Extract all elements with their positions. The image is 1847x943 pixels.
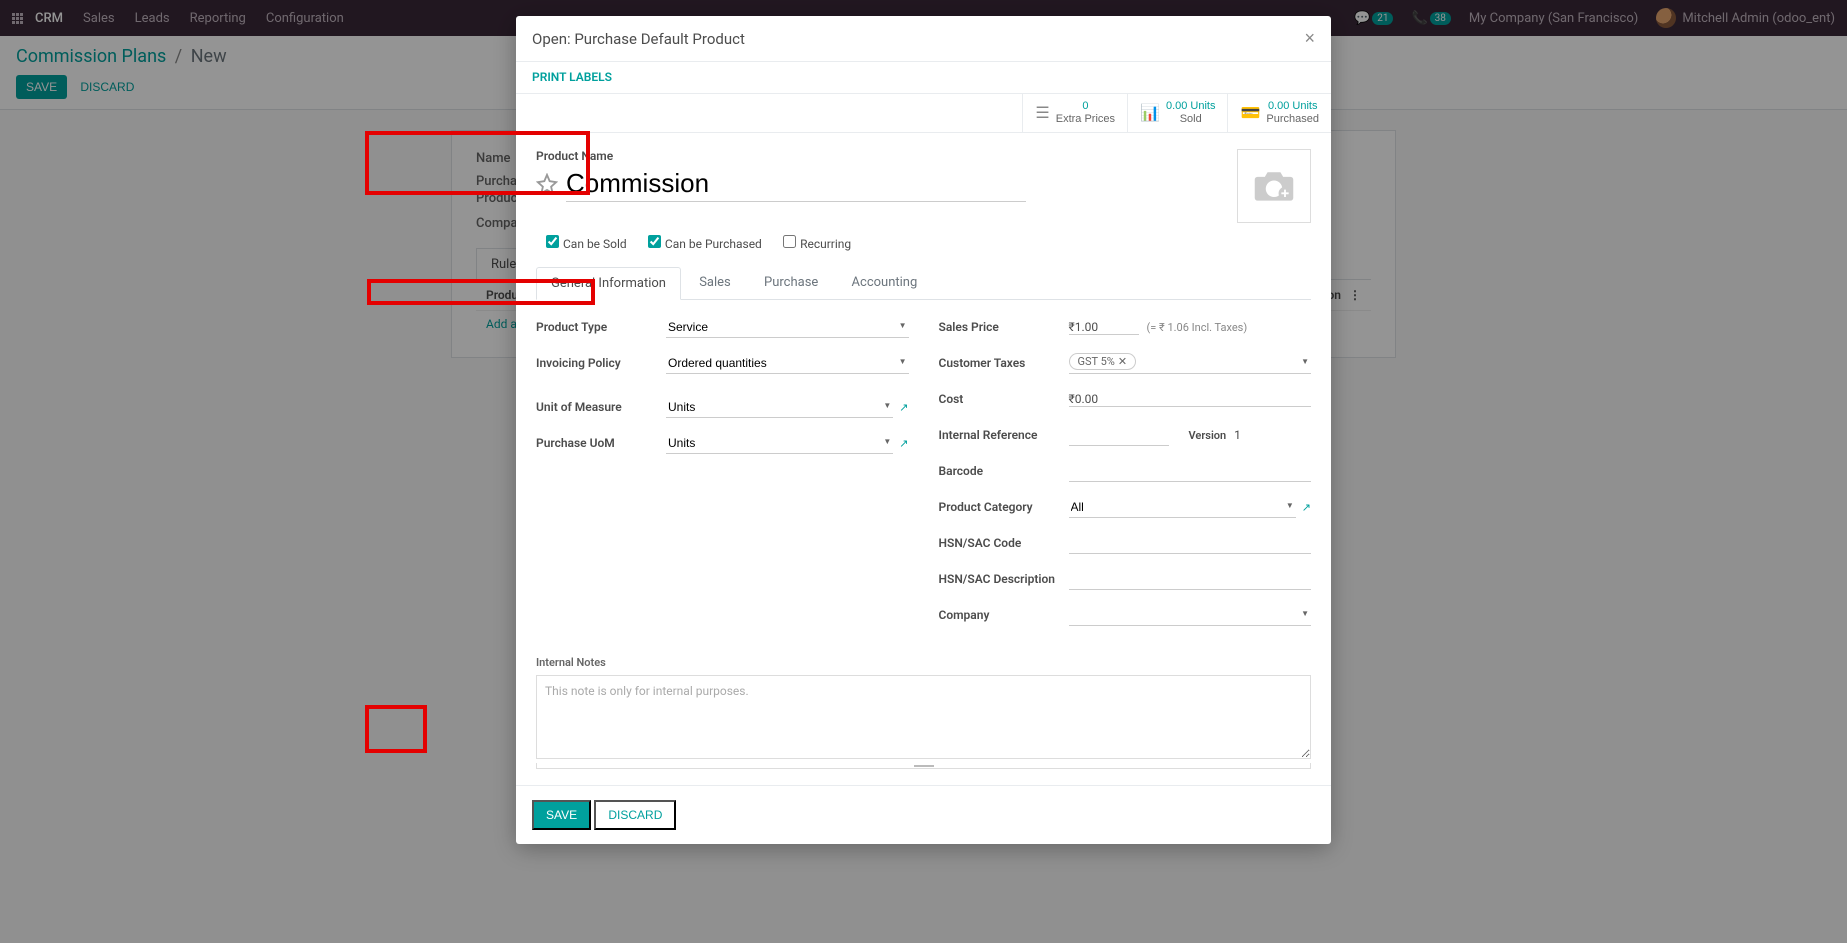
print-labels-link[interactable]: PRINT LABELS — [532, 70, 612, 84]
company-select[interactable] — [1069, 605, 1312, 626]
sales-price-hint: (= ₹ 1.06 Incl. Taxes) — [1147, 321, 1248, 334]
internal-ref-input[interactable] — [1069, 425, 1169, 446]
invoicing-policy-label: Invoicing Policy — [536, 356, 666, 370]
version-value: 1 — [1234, 428, 1241, 442]
hsn-code-input[interactable] — [1069, 533, 1312, 554]
version-label: Version — [1189, 429, 1227, 442]
modal-save-button[interactable]: SAVE — [532, 800, 591, 830]
modal-discard-button[interactable]: DISCARD — [594, 800, 676, 830]
recurring-check[interactable]: Recurring — [783, 237, 851, 251]
company-label: Company — [939, 608, 1069, 622]
tab-sales[interactable]: Sales — [684, 266, 746, 299]
product-type-select[interactable] — [666, 317, 909, 338]
category-label: Product Category — [939, 500, 1069, 514]
modal-body: Product Name Can be Sold Can be Purchase… — [516, 133, 1331, 785]
modal-footer: SAVE DISCARD — [516, 785, 1331, 844]
hsn-desc-label: HSN/SAC Description — [939, 572, 1069, 586]
modal-header: Open: Purchase Default Product × — [516, 16, 1331, 62]
product-tabs: General Information Sales Purchase Accou… — [536, 266, 1311, 300]
uom-label: Unit of Measure — [536, 400, 666, 414]
sales-price-value[interactable]: ₹1.00 — [1069, 320, 1139, 335]
uom-external-link-icon[interactable]: ↗ — [899, 401, 908, 414]
customer-taxes-label: Customer Taxes — [939, 356, 1069, 370]
internal-notes-textarea[interactable] — [536, 675, 1311, 759]
cost-value[interactable]: ₹0.00 — [1069, 392, 1312, 407]
resize-handle[interactable] — [536, 763, 1311, 769]
purchase-uom-label: Purchase UoM — [536, 436, 666, 450]
product-type-label: Product Type — [536, 320, 666, 334]
stat-buttons: ☰ 0Extra Prices 📊 0.00 UnitsSold 💳 0.00 … — [516, 94, 1331, 133]
tax-remove-icon[interactable]: ✕ — [1118, 355, 1127, 368]
category-external-link-icon[interactable]: ↗ — [1302, 501, 1311, 514]
favorite-star-icon[interactable] — [536, 173, 558, 195]
purchase-uom-select[interactable] — [666, 433, 893, 454]
close-icon[interactable]: × — [1304, 28, 1315, 49]
barcode-input[interactable] — [1069, 461, 1312, 482]
product-checks: Can be Sold Can be Purchased Recurring — [536, 235, 1311, 252]
product-name-input[interactable] — [566, 166, 1026, 202]
uom-select[interactable] — [666, 397, 893, 418]
tab-purchase[interactable]: Purchase — [749, 266, 833, 299]
card-icon: 💳 — [1240, 103, 1260, 123]
modal-overlay: Open: Purchase Default Product × PRINT L… — [0, 0, 1847, 943]
cost-label: Cost — [939, 392, 1069, 406]
internal-notes-label: Internal Notes — [536, 656, 1311, 669]
stat-sold[interactable]: 📊 0.00 UnitsSold — [1127, 94, 1227, 132]
modal: Open: Purchase Default Product × PRINT L… — [516, 16, 1331, 844]
purchase-uom-external-link-icon[interactable]: ↗ — [899, 437, 908, 450]
modal-subheader: PRINT LABELS — [516, 62, 1331, 94]
hsn-desc-input[interactable] — [1069, 569, 1312, 590]
tax-tag[interactable]: GST 5%✕ — [1069, 353, 1137, 370]
modal-title: Open: Purchase Default Product — [532, 30, 745, 48]
tab-accounting[interactable]: Accounting — [837, 266, 933, 299]
list-icon: ☰ — [1035, 103, 1049, 123]
product-name-label: Product Name — [536, 149, 1217, 163]
bars-icon: 📊 — [1140, 103, 1160, 123]
invoicing-policy-select[interactable] — [666, 353, 909, 374]
stat-purchased[interactable]: 💳 0.00 UnitsPurchased — [1227, 94, 1331, 132]
internal-ref-label: Internal Reference — [939, 428, 1069, 442]
can-be-sold-check[interactable]: Can be Sold — [546, 237, 627, 251]
barcode-label: Barcode — [939, 464, 1069, 478]
product-image-placeholder[interactable] — [1237, 149, 1311, 223]
category-select[interactable] — [1069, 497, 1296, 518]
sales-price-label: Sales Price — [939, 320, 1069, 334]
stat-extra-prices[interactable]: ☰ 0Extra Prices — [1022, 94, 1127, 132]
hsn-code-label: HSN/SAC Code — [939, 536, 1069, 550]
can-be-purchased-check[interactable]: Can be Purchased — [648, 237, 762, 251]
tab-general-information[interactable]: General Information — [536, 267, 681, 300]
